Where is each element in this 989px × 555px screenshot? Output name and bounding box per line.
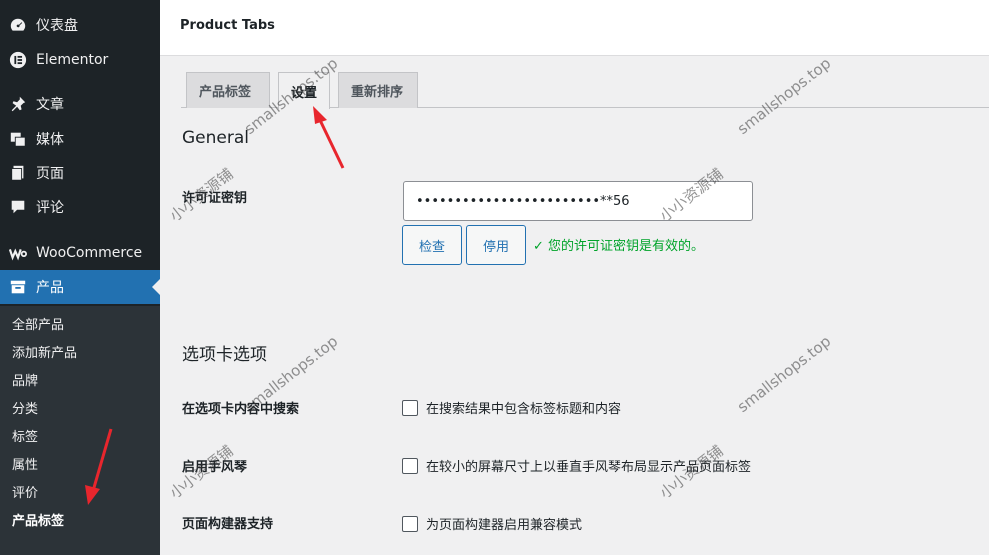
- accordion-checkbox[interactable]: [402, 457, 418, 474]
- check-button[interactable]: 检查: [402, 225, 462, 265]
- deactivate-button[interactable]: 停用: [466, 225, 526, 265]
- submenu-categories[interactable]: 分类: [12, 400, 38, 420]
- tab-product-tabs[interactable]: 产品标签: [186, 72, 270, 108]
- menu-label: 评论: [36, 200, 64, 216]
- annotation-arrow-icon: [85, 428, 113, 505]
- menu-pages[interactable]: 页面: [0, 156, 160, 190]
- watermark: smallshops.top: [733, 332, 835, 416]
- menu-elementor[interactable]: Elementor: [0, 43, 160, 77]
- menu-posts[interactable]: 文章: [0, 87, 160, 121]
- tab-options-heading: 选项卡选项: [182, 345, 267, 365]
- pages-icon: [0, 164, 36, 182]
- menu-comments[interactable]: 评论: [0, 190, 160, 224]
- menu-label: 媒体: [36, 132, 64, 148]
- menu-label: WooCommerce: [36, 245, 143, 261]
- option-search-row: 在搜索结果中包含标签标题和内容: [402, 398, 621, 417]
- search-checkbox-text: 在搜索结果中包含标签标题和内容: [426, 402, 622, 417]
- menu-label: 页面: [36, 166, 64, 182]
- license-key-value: ••••••••••••••••••••••••**56: [416, 193, 630, 209]
- menu-media[interactable]: 媒体: [0, 122, 160, 156]
- page-builder-checkbox[interactable]: [402, 515, 418, 532]
- media-icon: [0, 130, 36, 148]
- license-valid-message: ✓ 您的许可证密钥是有效的。: [533, 239, 705, 254]
- comment-icon: [0, 198, 36, 216]
- option-label-page-builder: 页面构建器支持: [182, 517, 274, 532]
- annotation-arrow-icon: [313, 106, 345, 169]
- menu-label: 文章: [36, 97, 64, 113]
- watermark: smallshops.top: [733, 54, 835, 138]
- option-page-builder-row: 为页面构建器启用兼容模式: [402, 514, 582, 533]
- menu-dashboard[interactable]: 仪表盘: [0, 8, 160, 42]
- woocommerce-icon: [0, 244, 36, 262]
- page-builder-checkbox-text: 为页面构建器启用兼容模式: [426, 518, 583, 533]
- menu-label: Elementor: [36, 52, 109, 68]
- submenu-brands[interactable]: 品牌: [12, 372, 38, 392]
- menu-label: 仪表盘: [36, 18, 78, 34]
- submenu-product-tabs[interactable]: 产品标签: [12, 512, 64, 532]
- dashboard-icon: [0, 16, 36, 34]
- menu-woocommerce[interactable]: WooCommerce: [0, 236, 160, 270]
- general-heading: General: [182, 128, 249, 148]
- submenu-attributes[interactable]: 属性: [12, 456, 38, 476]
- menu-products[interactable]: 产品: [0, 270, 160, 304]
- submenu-all-products[interactable]: 全部产品: [12, 316, 64, 336]
- submenu-reviews[interactable]: 评价: [12, 484, 38, 504]
- pin-icon: [0, 95, 36, 113]
- menu-label: 产品: [36, 280, 64, 296]
- submenu-add-product[interactable]: 添加新产品: [12, 344, 77, 364]
- elementor-icon: [0, 51, 36, 69]
- page-title: Product Tabs: [180, 18, 275, 33]
- archive-icon: [0, 278, 36, 296]
- page-header: Product Tabs: [160, 0, 989, 56]
- search-checkbox[interactable]: [402, 399, 418, 416]
- submenu-tags[interactable]: 标签: [12, 428, 38, 448]
